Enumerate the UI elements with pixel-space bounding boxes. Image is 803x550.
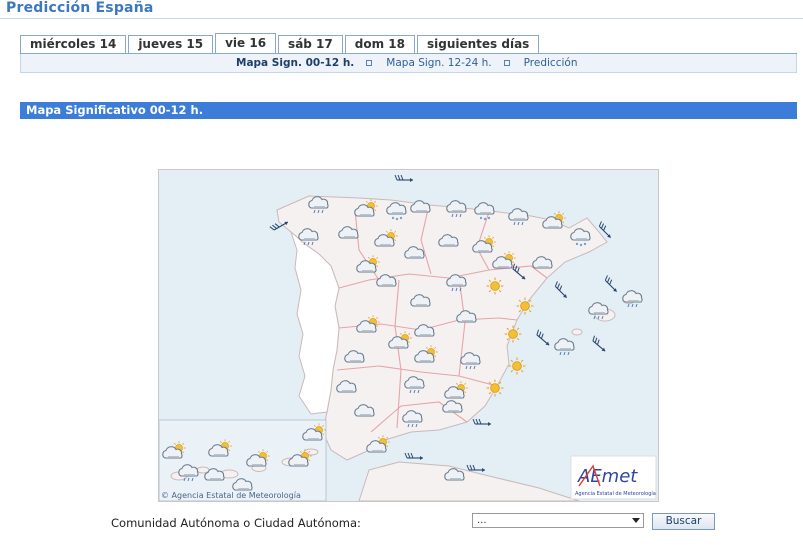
- region-select-label: Comunidad Autónoma o Ciudad Autónoma:: [111, 516, 361, 530]
- tab-vie-16[interactable]: vie 16: [215, 33, 277, 53]
- search-button[interactable]: Buscar: [652, 513, 715, 530]
- aemet-logo: AEmet Agencia Estatal de Meteorología: [570, 455, 657, 500]
- tab-jueves-15[interactable]: jueves 15: [128, 35, 214, 53]
- day-tabs: miércoles 14 jueves 15 vie 16 sáb 17 dom…: [20, 33, 541, 54]
- region-select-value: ...: [477, 515, 487, 526]
- tab-siguientes-dias[interactable]: siguientes días: [416, 35, 540, 53]
- tab-sab-17[interactable]: sáb 17: [278, 35, 343, 53]
- section-title: Mapa Significativo 00-12 h.: [20, 102, 797, 119]
- tab-miercoles-14[interactable]: miércoles 14: [20, 35, 127, 53]
- subnav-prediccion[interactable]: Predicción: [524, 57, 578, 69]
- map-copyright: © Agencia Estatal de Meteorología: [161, 491, 301, 500]
- significant-weather-map: © Agencia Estatal de Meteorología AEmet …: [158, 169, 659, 502]
- chevron-down-icon: [632, 518, 640, 523]
- subnav-mapa-00-12[interactable]: Mapa Sign. 00-12 h.: [236, 57, 354, 69]
- title-divider: [0, 18, 803, 19]
- page-title: Predicción España: [6, 0, 154, 16]
- svg-text:Agencia Estatal de Meteorologí: Agencia Estatal de Meteorología: [575, 490, 656, 497]
- tab-dom-18[interactable]: dom 18: [344, 35, 415, 53]
- separator-bullet: [366, 60, 373, 66]
- region-select[interactable]: ...: [472, 513, 644, 528]
- subnav-mapa-12-24[interactable]: Mapa Sign. 12-24 h.: [386, 57, 491, 69]
- separator-bullet: [503, 60, 510, 66]
- map-subnav: Mapa Sign. 00-12 h. Mapa Sign. 12-24 h. …: [20, 54, 797, 73]
